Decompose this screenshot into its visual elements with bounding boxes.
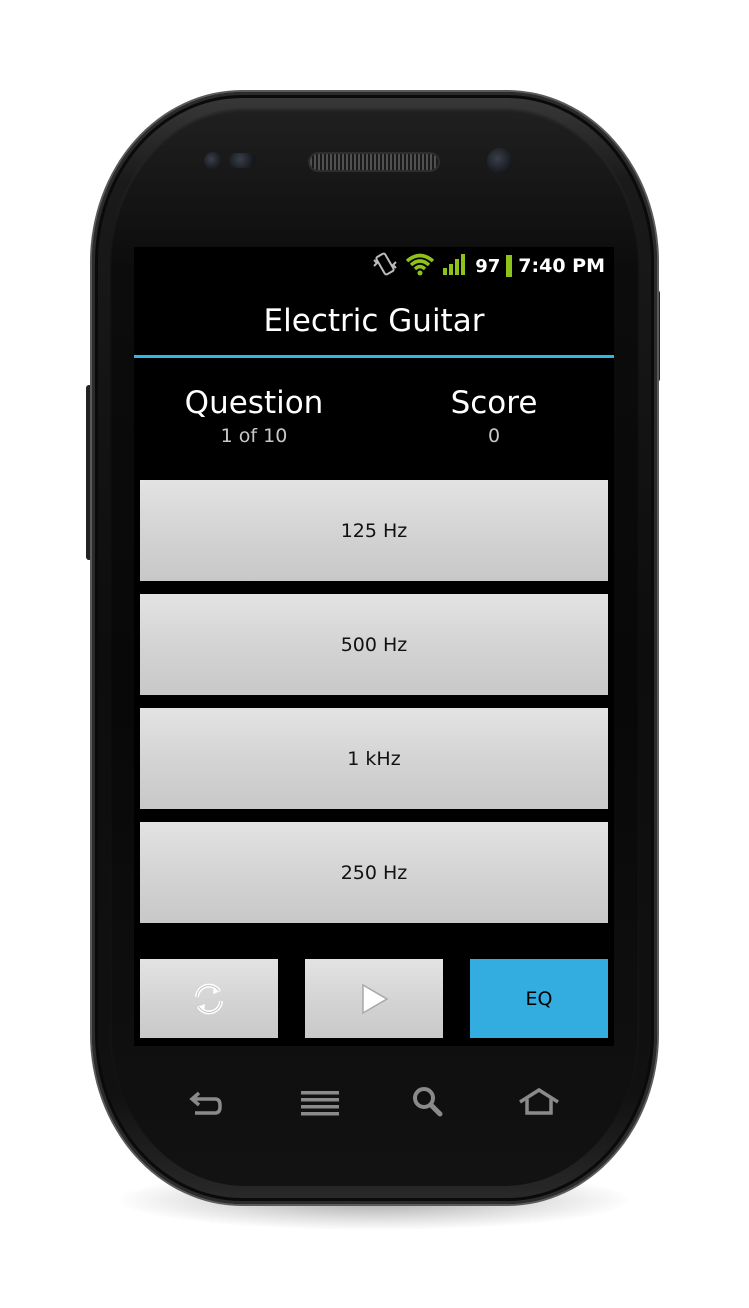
answer-button-4[interactable]: 250 Hz — [140, 822, 608, 923]
status-bar: 97 7:40 PM — [134, 247, 614, 285]
page-title: Electric Guitar — [263, 303, 485, 339]
proximity-sensor — [204, 152, 222, 170]
vibrate-icon — [371, 252, 399, 280]
refresh-icon — [195, 983, 223, 1014]
search-icon[interactable] — [404, 1082, 452, 1122]
question-value: 1 of 10 — [220, 425, 288, 447]
question-label: Question — [184, 385, 324, 421]
screen: 97 7:40 PM Electric Guitar Question 1 of… — [134, 247, 614, 1046]
score-value: 0 — [487, 425, 501, 447]
eq-button[interactable]: EQ — [470, 959, 608, 1038]
status-icons: 97 7:40 PM — [371, 252, 605, 280]
answer-button-3[interactable]: 1 kHz — [140, 708, 608, 809]
answer-button-2[interactable]: 500 Hz — [140, 594, 608, 695]
home-icon[interactable] — [515, 1082, 563, 1122]
play-icon — [362, 983, 389, 1014]
front-camera-icon — [487, 148, 513, 174]
play-button[interactable] — [305, 959, 443, 1038]
light-sensor — [229, 153, 257, 168]
score-label: Score — [450, 385, 538, 421]
score-stat: Score 0 — [404, 385, 584, 447]
wifi-icon — [405, 252, 435, 280]
battery-icon — [506, 255, 513, 277]
menu-icon[interactable] — [296, 1082, 344, 1122]
status-time: 7:40 PM — [518, 255, 605, 277]
earpiece-speaker — [310, 154, 438, 170]
battery-percent: 97 — [475, 255, 501, 277]
answer-button-1[interactable]: 125 Hz — [140, 480, 608, 581]
refresh-button[interactable] — [140, 959, 278, 1038]
title-bar: Electric Guitar — [134, 285, 614, 358]
back-icon[interactable] — [181, 1082, 229, 1122]
question-stat: Question 1 of 10 — [164, 385, 344, 447]
signal-icon — [441, 252, 469, 280]
